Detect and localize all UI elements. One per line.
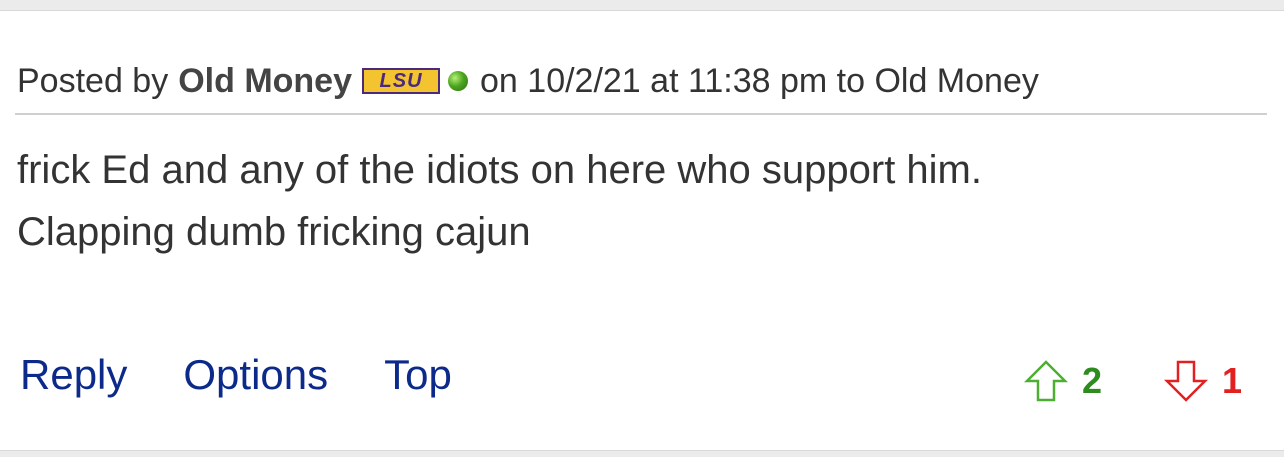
post-body-line: Clapping dumb fricking cajun xyxy=(17,210,531,254)
arrow-up-icon[interactable] xyxy=(1024,359,1068,403)
online-status-icon xyxy=(448,71,469,91)
reply-link[interactable]: Reply xyxy=(20,351,127,399)
downvote-count: 1 xyxy=(1222,360,1243,401)
post-body-line: frick Ed and any of the idiots on here w… xyxy=(17,148,982,192)
author-name[interactable]: Old Money xyxy=(178,61,352,101)
upvote-count: 2 xyxy=(1082,360,1103,401)
post-meta: on 10/2/21 at 11:38 pm to Old Money xyxy=(480,62,1039,100)
downvote-button[interactable]: 1 xyxy=(1164,359,1242,403)
team-logo-icon: LSU xyxy=(362,68,441,94)
header-divider xyxy=(15,113,1267,115)
top-link[interactable]: Top xyxy=(384,351,452,399)
post-actions: Reply Options Top xyxy=(20,351,508,399)
top-divider xyxy=(0,0,1284,11)
post-header: Posted by Old Money LSU on 10/2/21 at 11… xyxy=(17,61,1039,101)
team-logo-text: LSU xyxy=(379,70,423,92)
arrow-down-icon[interactable] xyxy=(1164,359,1209,403)
upvote-button[interactable]: 2 xyxy=(1024,359,1102,403)
vote-controls: 2 1 xyxy=(1024,359,1242,403)
post-body: frick Ed and any of the idiots on here w… xyxy=(17,139,1267,263)
options-link[interactable]: Options xyxy=(183,351,328,399)
posted-by-label: Posted by xyxy=(17,62,169,100)
forum-post: Posted by Old Money LSU on 10/2/21 at 11… xyxy=(0,11,1284,451)
